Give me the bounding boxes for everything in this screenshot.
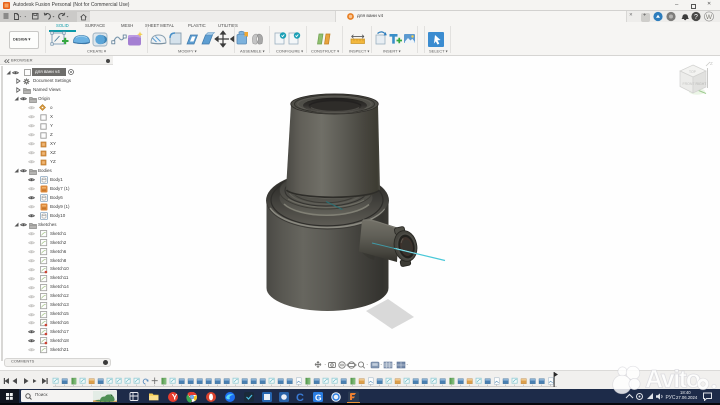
svg-text:?: ? (694, 14, 698, 21)
svg-text:TOP: TOP (689, 70, 697, 74)
svg-text:Z: Z (710, 61, 713, 66)
svg-text:Avito: Avito (645, 366, 701, 394)
svg-text:C: C (296, 392, 304, 403)
svg-text:FRONT: FRONT (683, 82, 696, 86)
svg-text:RIGHT: RIGHT (696, 82, 708, 86)
svg-text:W: W (706, 14, 713, 21)
svg-text:G: G (315, 392, 322, 402)
